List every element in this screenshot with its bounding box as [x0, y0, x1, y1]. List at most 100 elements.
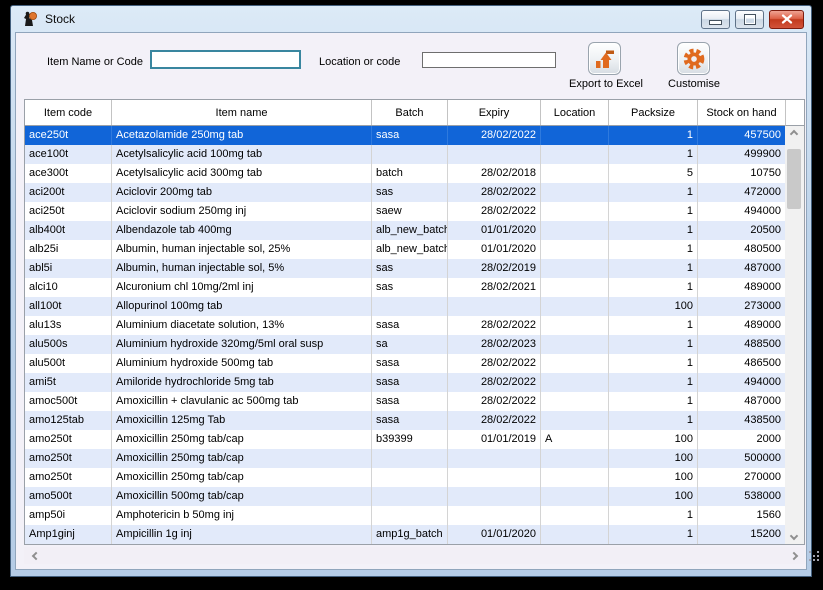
cell-stock: 480500 [698, 240, 785, 259]
cell-code: all100t [25, 297, 112, 316]
column-header-expiry[interactable]: Expiry [448, 100, 541, 125]
cell-location [541, 240, 609, 259]
item-search-input[interactable] [150, 50, 301, 69]
cell-stock: 20500 [698, 221, 785, 240]
table-row[interactable]: amo250tAmoxicillin 250mg tab/cap10050000… [25, 449, 785, 468]
cell-name: Amoxicillin 250mg tab/cap [112, 468, 372, 487]
scroll-down-button[interactable] [785, 528, 802, 544]
table-row[interactable]: ami5tAmiloride hydrochloride 5mg tabsasa… [25, 373, 785, 392]
table-row[interactable]: all100tAllopurinol 100mg tab100273000 [25, 297, 785, 316]
column-header-batch[interactable]: Batch [372, 100, 448, 125]
cell-stock: 438500 [698, 411, 785, 430]
cell-stock: 538000 [698, 487, 785, 506]
table-row[interactable]: abl5iAlbumin, human injectable sol, 5%sa… [25, 259, 785, 278]
cell-code: amo250t [25, 430, 112, 449]
table-row[interactable]: ace100tAcetylsalicylic acid 100mg tab149… [25, 145, 785, 164]
customise-button[interactable] [677, 42, 710, 75]
table-row[interactable]: ace300tAcetylsalicylic acid 300mg tabbat… [25, 164, 785, 183]
cell-code: ace250t [25, 126, 112, 145]
close-button[interactable] [769, 10, 804, 29]
table-row[interactable]: alb400tAlbendazole tab 400mgalb_new_batc… [25, 221, 785, 240]
table-row[interactable]: alu500sAluminium hydroxide 320mg/5ml ora… [25, 335, 785, 354]
cell-location [541, 373, 609, 392]
table-row[interactable]: aci250tAciclovir sodium 250mg injsaew28/… [25, 202, 785, 221]
cell-stock: 486500 [698, 354, 785, 373]
cell-location [541, 392, 609, 411]
cell-batch [372, 297, 448, 316]
stock-table-grid: Item codeItem nameBatchExpiryLocationPac… [25, 100, 785, 544]
gear-icon [682, 47, 706, 71]
cell-code: aci250t [25, 202, 112, 221]
maximize-icon [745, 15, 755, 24]
resize-grip[interactable] [809, 551, 821, 563]
cell-location [541, 202, 609, 221]
cell-packsize: 100 [609, 297, 698, 316]
app-logo-icon [21, 11, 38, 27]
cell-packsize: 1 [609, 221, 698, 240]
cell-code: ace300t [25, 164, 112, 183]
cell-location [541, 126, 609, 145]
table-row[interactable]: amoc500tAmoxicillin + clavulanic ac 500m… [25, 392, 785, 411]
cell-code: amo250t [25, 468, 112, 487]
maximize-button[interactable] [735, 10, 764, 29]
cell-code: abl5i [25, 259, 112, 278]
titlebar[interactable]: Stock [11, 6, 811, 32]
cell-expiry [448, 449, 541, 468]
cell-packsize: 1 [609, 525, 698, 544]
column-header-stock[interactable]: Stock on hand [698, 100, 785, 125]
table-header-row: Item codeItem nameBatchExpiryLocationPac… [25, 100, 785, 126]
cell-packsize: 1 [609, 316, 698, 335]
table-row[interactable]: aci200tAciclovir 200mg tabsas28/02/20221… [25, 183, 785, 202]
cell-expiry: 01/01/2019 [448, 430, 541, 449]
chevron-right-icon [789, 551, 797, 559]
cell-expiry [448, 487, 541, 506]
cell-name: Albendazole tab 400mg [112, 221, 372, 240]
table-row[interactable]: amo125tabAmoxicillin 125mg Tabsasa28/02/… [25, 411, 785, 430]
minimize-button[interactable] [701, 10, 730, 29]
table-row[interactable]: alu500tAluminium hydroxide 500mg tabsasa… [25, 354, 785, 373]
cell-stock: 494000 [698, 373, 785, 392]
cell-expiry: 28/02/2022 [448, 183, 541, 202]
table-row[interactable]: amo500tAmoxicillin 500mg tab/cap10053800… [25, 487, 785, 506]
cell-batch [372, 468, 448, 487]
column-header-packsize[interactable]: Packsize [609, 100, 698, 125]
cell-code: alu500s [25, 335, 112, 354]
scroll-left-button[interactable] [27, 547, 44, 564]
table-row[interactable]: amp50iAmphotericin b 50mg inj11560 [25, 506, 785, 525]
close-icon [781, 14, 793, 24]
cell-packsize: 1 [609, 240, 698, 259]
column-header-code[interactable]: Item code [25, 100, 112, 125]
vertical-scrollbar[interactable] [785, 126, 804, 544]
cell-name: Aciclovir 200mg tab [112, 183, 372, 202]
table-row[interactable]: ace250tAcetazolamide 250mg tabsasa28/02/… [25, 126, 785, 145]
cell-location [541, 183, 609, 202]
table-row[interactable]: Amp1ginjAmpicillin 1g injamp1g_batch01/0… [25, 525, 785, 544]
stock-table: Item codeItem nameBatchExpiryLocationPac… [24, 99, 805, 545]
cell-stock: 472000 [698, 183, 785, 202]
cell-stock: 10750 [698, 164, 785, 183]
cell-code: amoc500t [25, 392, 112, 411]
cell-batch: sasa [372, 126, 448, 145]
cell-code: alb400t [25, 221, 112, 240]
horizontal-scrollbar[interactable] [24, 547, 805, 564]
column-header-name[interactable]: Item name [112, 100, 372, 125]
cell-location [541, 354, 609, 373]
cell-name: Amiloride hydrochloride 5mg tab [112, 373, 372, 392]
table-row[interactable]: alu13sAluminium diacetate solution, 13%s… [25, 316, 785, 335]
table-row[interactable]: alci10Alcuronium chl 10mg/2ml injsas28/0… [25, 278, 785, 297]
cell-batch: amp1g_batch [372, 525, 448, 544]
scroll-up-button[interactable] [785, 126, 802, 142]
table-row[interactable]: amo250tAmoxicillin 250mg tab/cap10027000… [25, 468, 785, 487]
item-search-label: Item Name or Code [47, 56, 143, 68]
column-header-location[interactable]: Location [541, 100, 609, 125]
table-row[interactable]: amo250tAmoxicillin 250mg tab/capb3939901… [25, 430, 785, 449]
cell-stock: 487000 [698, 392, 785, 411]
vertical-scrollbar-thumb[interactable] [787, 149, 801, 209]
cell-stock: 273000 [698, 297, 785, 316]
scroll-right-button[interactable] [785, 547, 802, 564]
table-row[interactable]: alb25iAlbumin, human injectable sol, 25%… [25, 240, 785, 259]
cell-batch: sasa [372, 316, 448, 335]
cell-expiry: 28/02/2022 [448, 202, 541, 221]
export-to-excel-button[interactable] [588, 42, 621, 75]
location-search-input[interactable] [422, 52, 556, 68]
